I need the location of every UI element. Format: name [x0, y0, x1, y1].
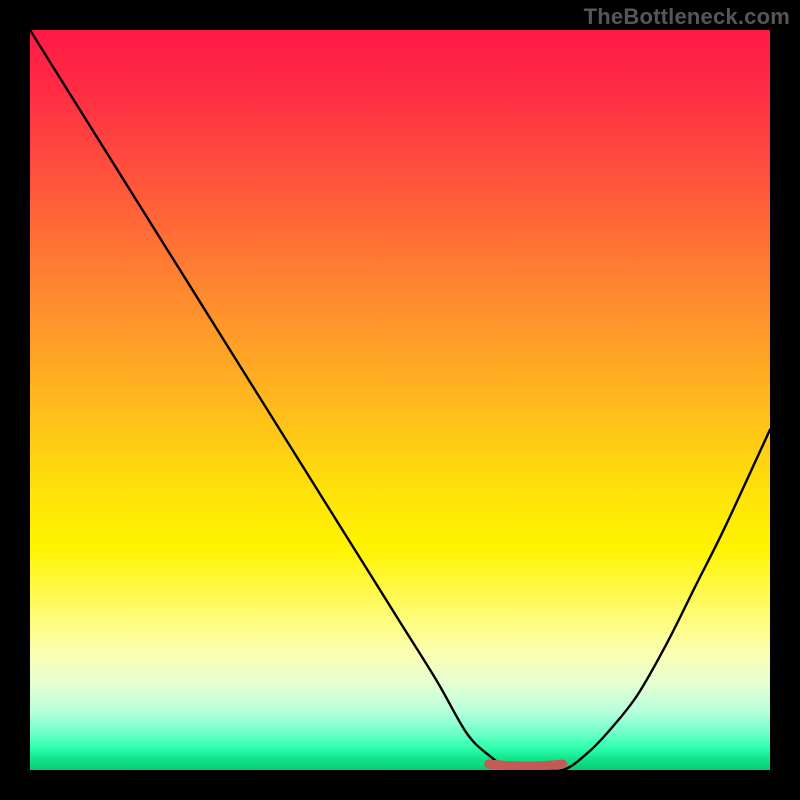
chart-frame: TheBottleneck.com: [0, 0, 800, 800]
watermark-label: TheBottleneck.com: [584, 4, 790, 30]
plot-area: [30, 30, 770, 770]
bottleneck-curve: [30, 30, 770, 770]
